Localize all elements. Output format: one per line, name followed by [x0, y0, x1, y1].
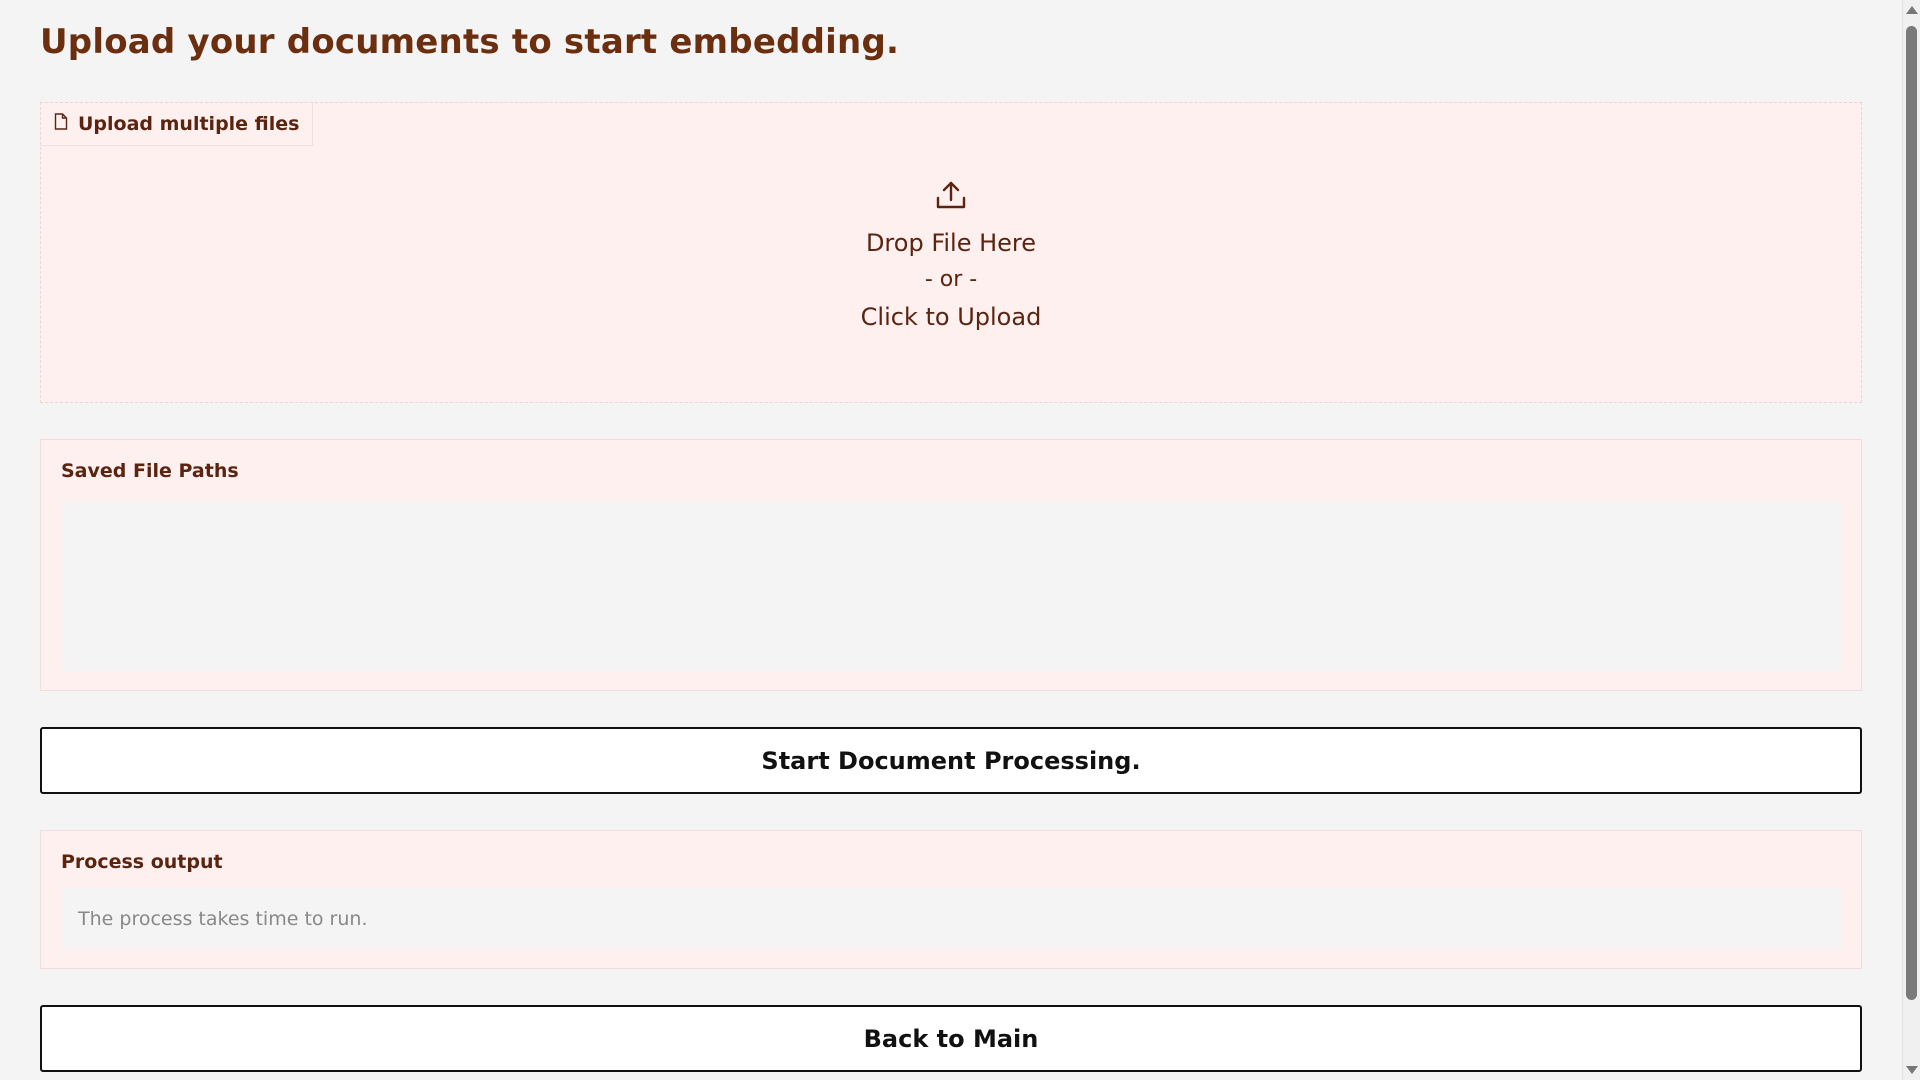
page: Upload your documents to start embedding… [0, 0, 1920, 1080]
process-output-label: Process output [61, 851, 223, 873]
saved-file-paths-textbox[interactable] [61, 501, 1841, 671]
upload-prompt[interactable]: Drop File Here - or - Click to Upload [41, 179, 1861, 335]
start-processing-button[interactable]: Start Document Processing. [40, 727, 1862, 794]
or-text: - or - [924, 267, 978, 292]
upload-label: Upload multiple files [41, 103, 314, 146]
main-content: Upload your documents to start embedding… [40, 0, 1862, 1072]
vertical-scrollbar[interactable] [1902, 0, 1920, 1080]
saved-file-paths-label: Saved File Paths [61, 460, 239, 482]
upload-label-text: Upload multiple files [78, 113, 300, 135]
file-icon [54, 113, 68, 135]
file-upload-dropzone[interactable]: Upload multiple files Drop File Here - o… [40, 102, 1862, 403]
page-title: Upload your documents to start embedding… [40, 22, 900, 62]
process-output-panel: Process output The process takes time to… [40, 830, 1862, 969]
process-output-placeholder: The process takes time to run. [78, 907, 368, 930]
upload-icon [41, 179, 1861, 215]
click-to-upload-text[interactable]: Click to Upload [41, 299, 1861, 335]
drop-file-text: Drop File Here [865, 229, 1037, 257]
saved-file-paths-panel: Saved File Paths [40, 439, 1862, 691]
scrollbar-thumb[interactable] [1906, 26, 1917, 1000]
scroll-up-arrow-icon[interactable] [1906, 6, 1918, 14]
scroll-down-arrow-icon[interactable] [1906, 1066, 1918, 1074]
back-to-main-button[interactable]: Back to Main [40, 1005, 1862, 1072]
process-output-textbox[interactable]: The process takes time to run. [61, 888, 1841, 949]
